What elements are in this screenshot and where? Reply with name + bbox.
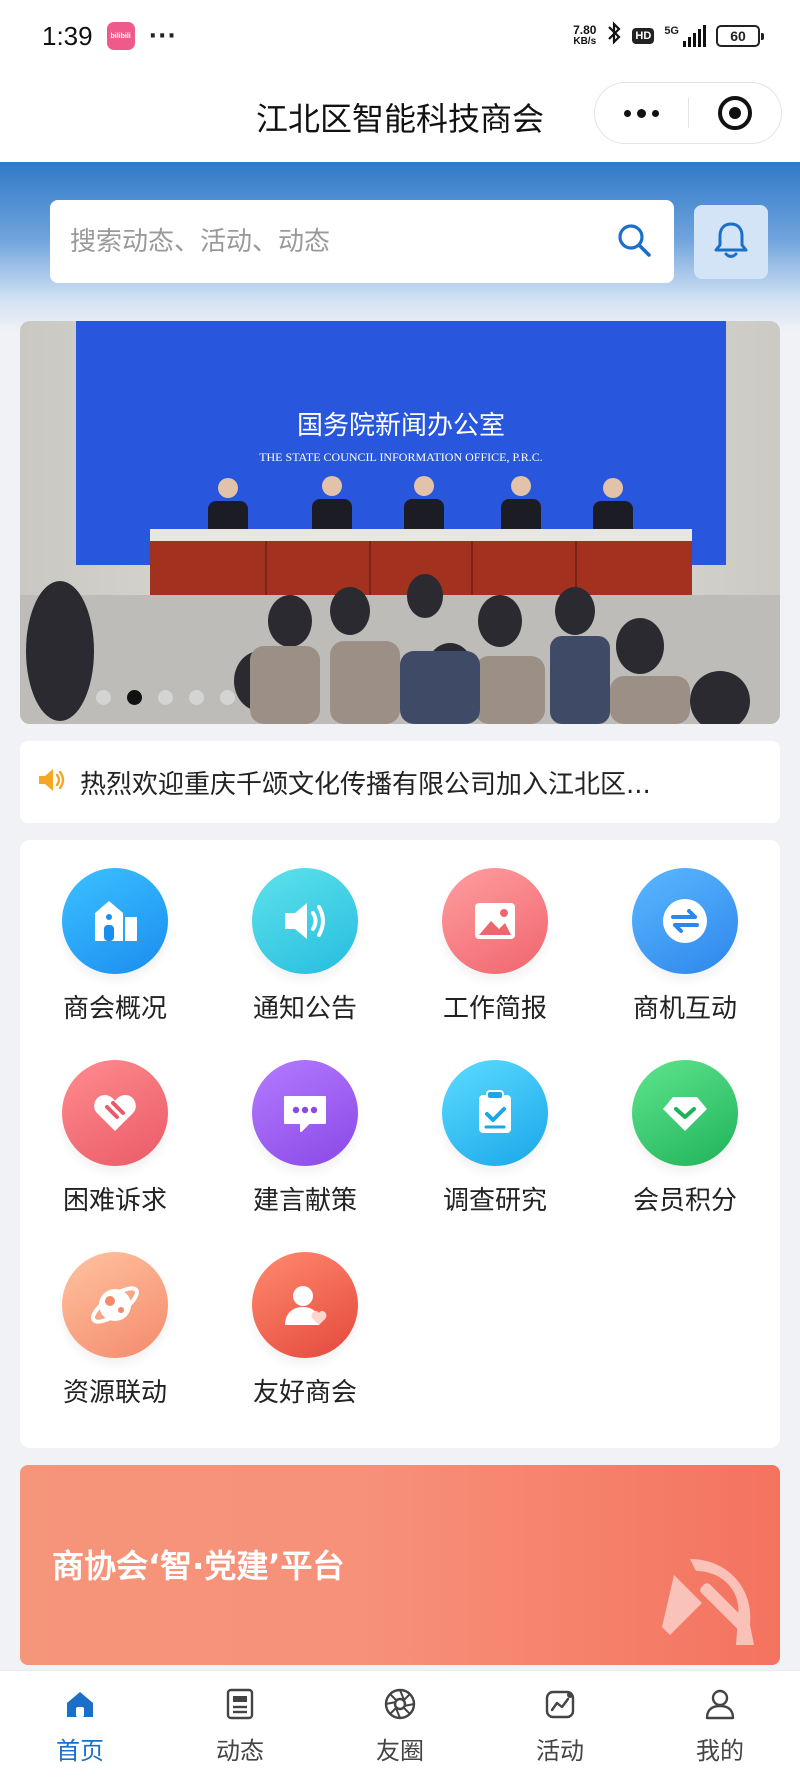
image-icon [442, 868, 548, 974]
tab-profile[interactable]: 我的 [640, 1671, 800, 1778]
bluetooth-icon [606, 21, 622, 51]
tab-label: 友圈 [376, 1737, 424, 1765]
menu-label: 调查研究 [442, 1186, 547, 1216]
carousel-dot[interactable] [220, 690, 235, 705]
chat-icon [252, 1060, 358, 1166]
net-speed: 7.80 KB/s [573, 24, 596, 48]
target-icon [717, 96, 752, 130]
backdrop-subtitle: THE STATE COUNCIL INFORMATION OFFICE, P.… [259, 450, 543, 464]
tab-label: 首页 [56, 1737, 104, 1765]
bilibili-app-icon: bilibili [106, 22, 135, 50]
tab-home[interactable]: 首页 [0, 1671, 160, 1778]
tab-label: 动态 [216, 1737, 264, 1765]
news-icon [223, 1687, 257, 1725]
carousel-dot-active[interactable] [127, 690, 142, 705]
home-icon [63, 1687, 97, 1725]
status-time: 1:39 [42, 20, 93, 51]
function-menu: 商会概况 通知公告 工作简报 商机互动 困难诉求 建言献策 调查研究 会员积分 … [20, 840, 780, 1448]
speaker-icon [36, 765, 66, 799]
banner-carousel[interactable]: 国务院新闻办公室 THE STATE COUNCIL INFORMATION O… [20, 321, 780, 724]
menu-item-resource-linkage[interactable]: 资源联动 [35, 1252, 195, 1422]
notice-bar[interactable]: 热烈欢迎重庆千颂文化传播有限公司加入江北区... [20, 741, 780, 823]
menu-label: 会员积分 [632, 1186, 737, 1216]
aperture-icon [383, 1687, 417, 1725]
search-bar[interactable] [50, 200, 674, 283]
carousel-indicators [96, 690, 235, 705]
menu-item-business-interaction[interactable]: 商机互动 [605, 868, 765, 1038]
carousel-dot[interactable] [96, 690, 111, 705]
menu-label: 友好商会 [252, 1378, 357, 1408]
tab-label: 活动 [536, 1737, 584, 1765]
bottom-tab-bar: 首页 动态 友圈 活动 我的 [0, 1670, 800, 1778]
exchange-icon [632, 868, 738, 974]
search-icon[interactable] [616, 222, 652, 262]
menu-item-announcements[interactable]: 通知公告 [225, 868, 385, 1038]
net-speed-value: 7.80 [573, 23, 597, 37]
tab-friends-circle[interactable]: 友圈 [320, 1671, 480, 1778]
battery-level: 60 [730, 28, 746, 44]
nav-bar: 江北区智能科技商会 [0, 72, 800, 162]
notice-text[interactable]: 热烈欢迎重庆千颂文化传播有限公司加入江北区... [80, 764, 760, 801]
menu-item-suggestions[interactable]: 建言献策 [225, 1060, 385, 1230]
hd-badge: HD [632, 28, 655, 44]
carousel-dot[interactable] [189, 690, 204, 705]
miniprogram-capsule [594, 82, 782, 144]
menu-item-overview[interactable]: 商会概况 [35, 868, 195, 1038]
banner-image: 国务院新闻办公室 THE STATE COUNCIL INFORMATION O… [20, 321, 780, 724]
building-icon [62, 868, 168, 974]
tab-news[interactable]: 动态 [160, 1671, 320, 1778]
clipboard-icon [442, 1060, 548, 1166]
more-menu-button[interactable] [595, 83, 688, 143]
menu-label: 商机互动 [632, 994, 737, 1024]
carousel-dot[interactable] [158, 690, 173, 705]
close-miniprogram-button[interactable] [689, 83, 782, 143]
user-icon [703, 1687, 737, 1725]
net-speed-unit: KB/s [573, 36, 597, 47]
search-input[interactable] [70, 226, 616, 257]
party-banner-title: 商协会‘智·党建’平台 [52, 1547, 345, 1585]
menu-label: 商会概况 [62, 994, 167, 1024]
party-building-banner[interactable]: 商协会‘智·党建’平台 [20, 1465, 780, 1665]
menu-label: 通知公告 [252, 994, 357, 1024]
tab-label: 我的 [696, 1737, 744, 1765]
signal-icon: 5G [664, 25, 706, 47]
menu-item-member-points[interactable]: 会员积分 [605, 1060, 765, 1230]
menu-item-work-report[interactable]: 工作简报 [415, 868, 575, 1038]
status-bar: 1:39 bilibili ··· 7.80 KB/s HD 5G 60 [0, 0, 800, 72]
backdrop-title: 国务院新闻办公室 [297, 411, 505, 441]
hammer-sickle-icon [650, 1545, 770, 1665]
notification-button[interactable] [694, 205, 768, 279]
tab-activities[interactable]: 活动 [480, 1671, 640, 1778]
activity-icon [543, 1687, 577, 1725]
planet-icon [62, 1252, 168, 1358]
menu-label: 建言献策 [252, 1186, 357, 1216]
user-heart-icon [252, 1252, 358, 1358]
heart-link-icon [62, 1060, 168, 1166]
bell-icon [712, 220, 750, 264]
menu-label: 工作简报 [442, 994, 547, 1024]
menu-item-friendly-chambers[interactable]: 友好商会 [225, 1252, 385, 1422]
menu-item-difficulties[interactable]: 困难诉求 [35, 1060, 195, 1230]
status-right: 7.80 KB/s HD 5G 60 [573, 21, 764, 51]
status-more-icon: ··· [148, 23, 177, 49]
status-left: 1:39 bilibili ··· [42, 21, 177, 52]
announcement-icon [252, 868, 358, 974]
battery-icon: 60 [716, 25, 764, 47]
diamond-icon [632, 1060, 738, 1166]
network-type: 5G [664, 25, 679, 37]
menu-label: 资源联动 [62, 1378, 167, 1408]
app-badge-label: bilibili [110, 32, 131, 40]
menu-item-research[interactable]: 调查研究 [415, 1060, 575, 1230]
menu-label: 困难诉求 [62, 1186, 167, 1216]
